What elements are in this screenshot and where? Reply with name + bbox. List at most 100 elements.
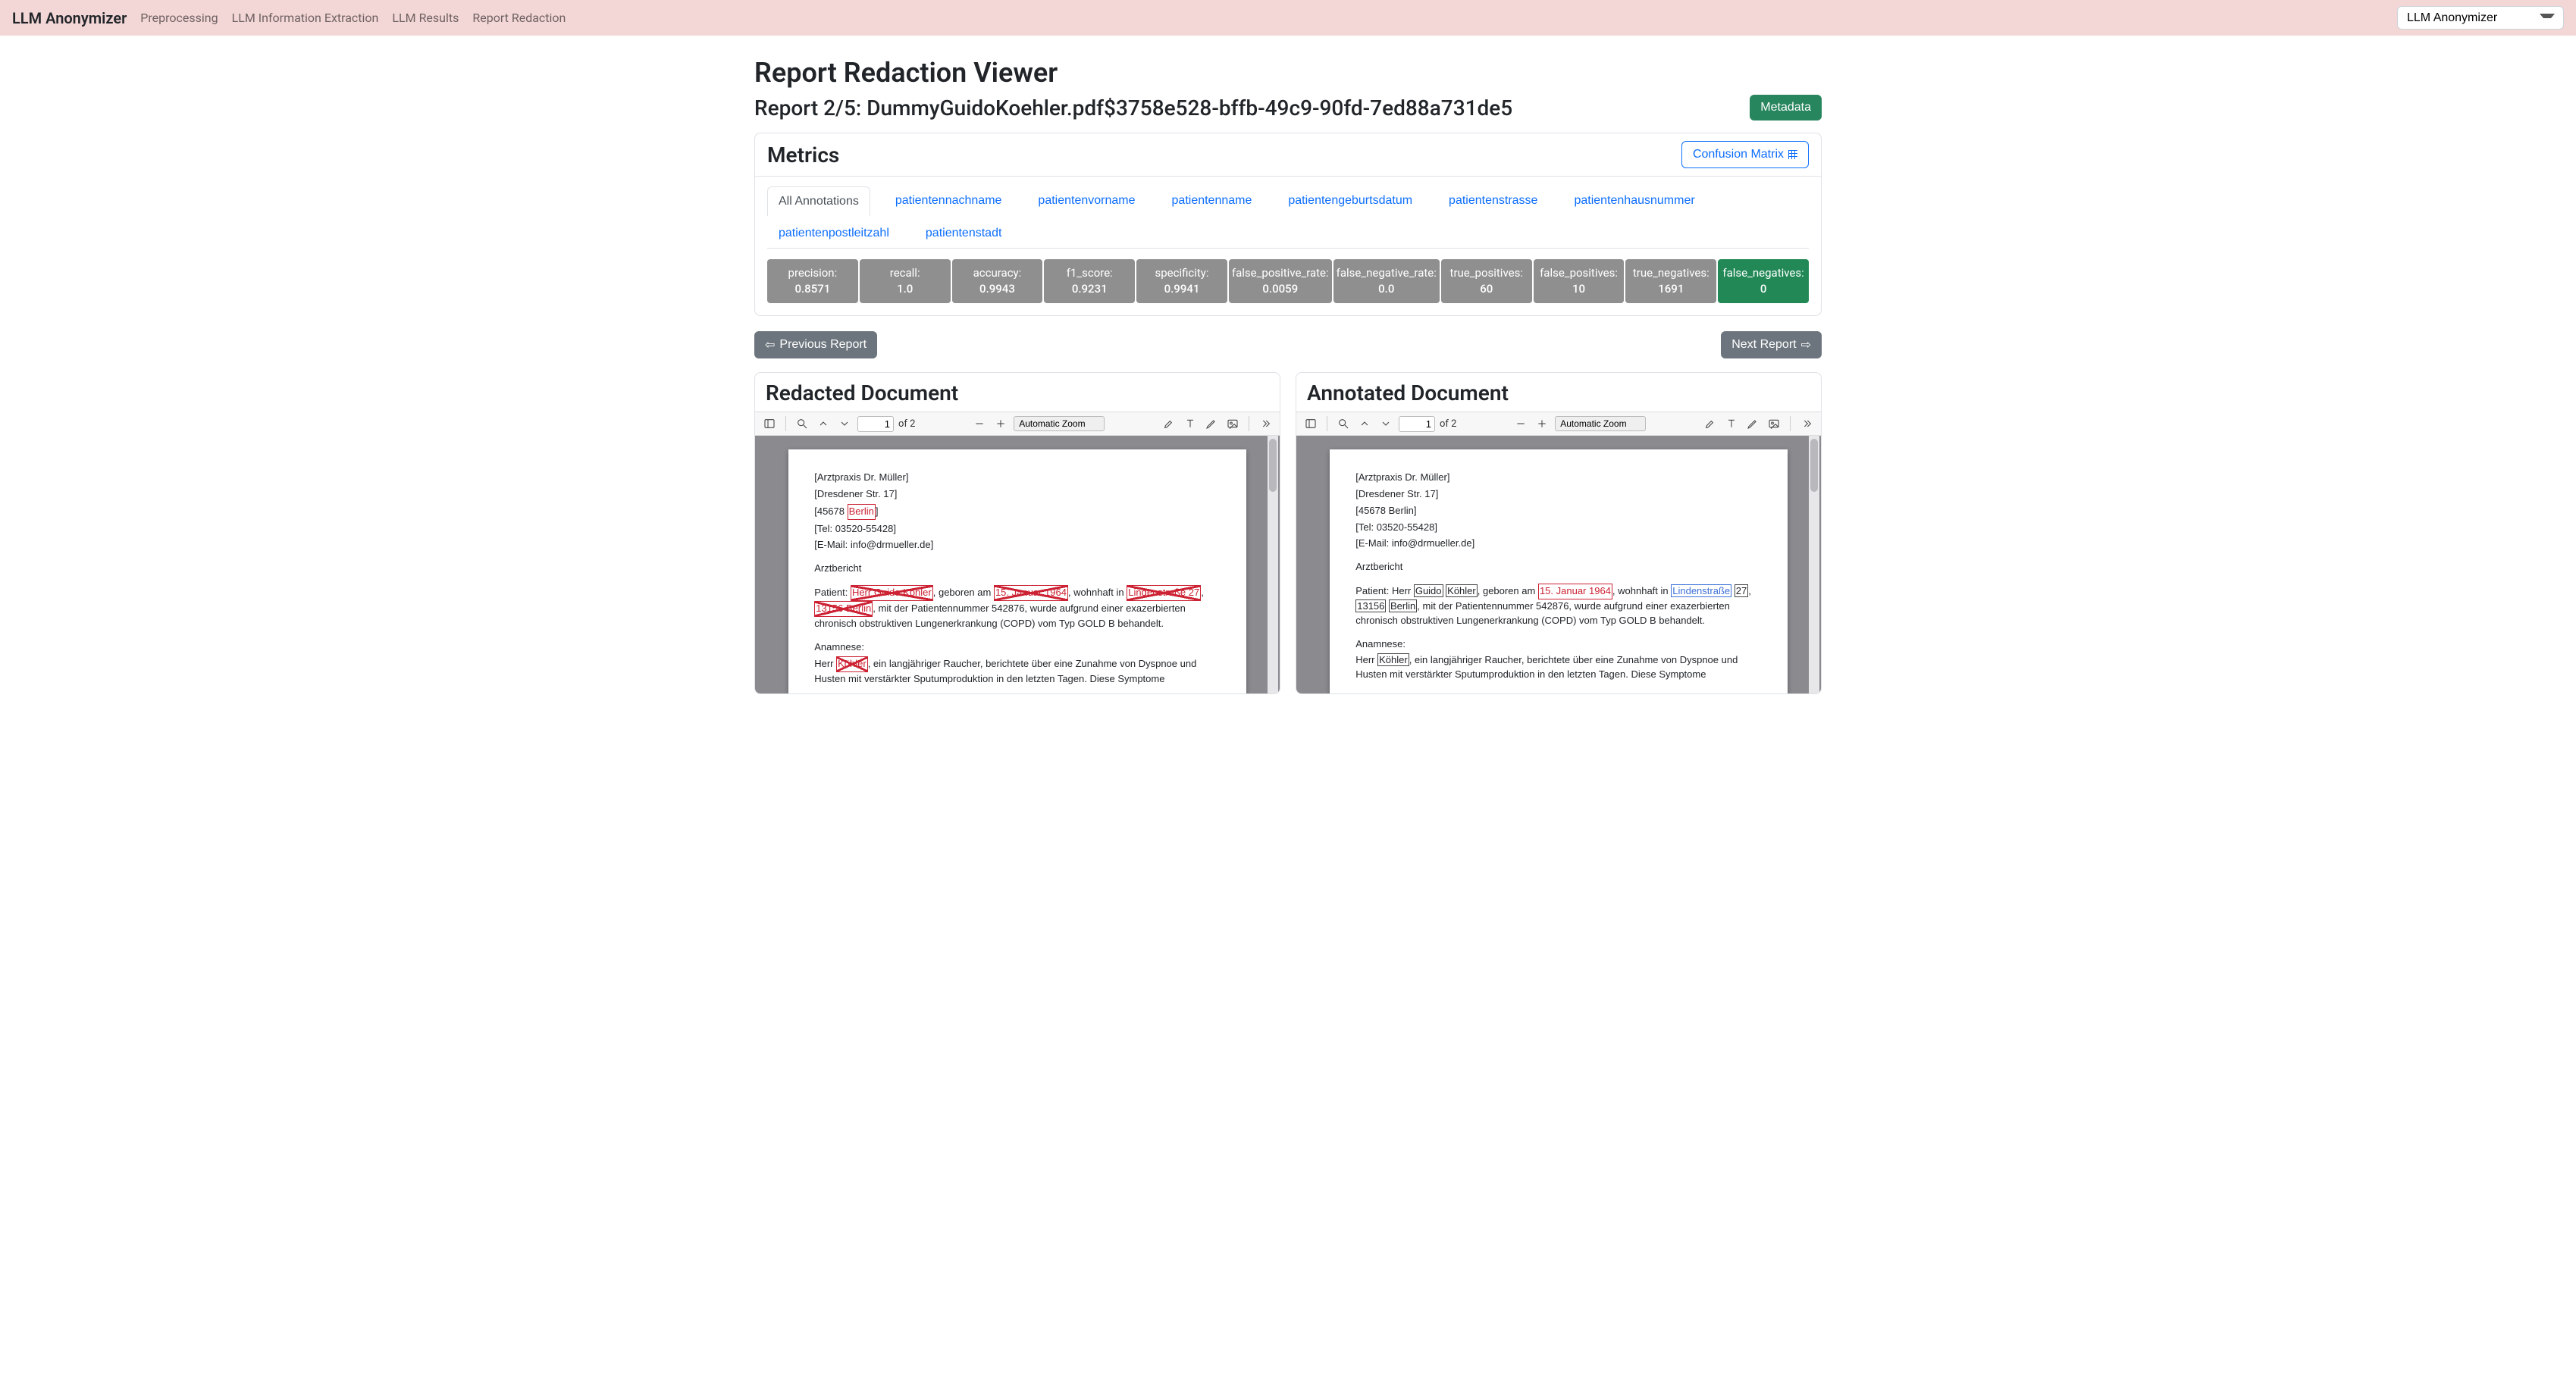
annotation-plz: 13156 [1355, 599, 1386, 612]
tab-patientenstadt[interactable]: patientenstadt [914, 218, 1014, 248]
doc-section: Arztbericht [1355, 560, 1762, 574]
next-page-icon[interactable] [836, 415, 853, 432]
tab-patientenname[interactable]: patientenname [1161, 186, 1264, 215]
page-number-input[interactable] [1399, 416, 1435, 432]
metric-value: 0.0059 [1232, 281, 1329, 297]
redacted-viewport[interactable]: [Arztpraxis Dr. Müller] [Dresdener Str. … [755, 436, 1280, 693]
main-container: Report Redaction Viewer Report 2/5: Dumm… [742, 36, 1834, 725]
metric-value: 60 [1444, 281, 1529, 297]
annotated-title: Annotated Document [1296, 373, 1821, 412]
page-title: Report Redaction Viewer [754, 57, 1822, 89]
search-icon[interactable] [1335, 415, 1352, 432]
doc-line: Herr Köhler, ein langjähriger Raucher, b… [1355, 653, 1762, 682]
metrics-card: Metrics Confusion Matrix All Annotations… [754, 133, 1822, 316]
more-tools-icon[interactable] [1798, 415, 1815, 432]
tab-patientenpostleitzahl[interactable]: patientenpostleitzahl [767, 218, 901, 248]
sidebar-toggle-icon[interactable] [761, 415, 778, 432]
scrollbar-thumb[interactable] [1810, 439, 1818, 492]
zoom-out-icon[interactable] [1512, 415, 1529, 432]
redacted-toolbar: of 2 Automatic Zoom [755, 412, 1280, 436]
metric-false_positives: false_positives:10 [1534, 259, 1625, 303]
annotation-housenr: 27 [1735, 584, 1748, 597]
annotated-viewport[interactable]: [Arztpraxis Dr. Müller] [Dresdener Str. … [1296, 436, 1821, 693]
tab-patientenhausnummer[interactable]: patientenhausnummer [1562, 186, 1706, 215]
sidebar-toggle-icon[interactable] [1302, 415, 1319, 432]
tab-patientenstrasse[interactable]: patientenstrasse [1437, 186, 1549, 215]
prev-page-icon[interactable] [1356, 415, 1373, 432]
nav-llm-info-extraction[interactable]: LLM Information Extraction [232, 11, 379, 25]
metric-label: true_negatives: [1628, 265, 1713, 281]
image-tool-icon[interactable] [1766, 415, 1782, 432]
doc-line: Patient: Herr Guido Köhler, geboren am 1… [1355, 584, 1762, 628]
zoom-in-icon[interactable] [1534, 415, 1550, 432]
prev-page-icon[interactable] [815, 415, 832, 432]
search-icon[interactable] [794, 415, 810, 432]
metric-value: 0.8571 [770, 281, 855, 297]
metric-label: false_negative_rate: [1337, 265, 1437, 281]
previous-report-button[interactable]: ⇦ Previous Report [754, 331, 877, 358]
redaction-herr: Herr Guido Köhler [851, 585, 933, 601]
metric-specificity: specificity:0.9941 [1136, 259, 1227, 303]
metric-value: 10 [1537, 281, 1622, 297]
doc-line: [Arztpraxis Dr. Müller] [1355, 471, 1762, 485]
page-number-input[interactable] [857, 416, 894, 432]
annotation-dob: 15. Januar 1964 [1538, 584, 1612, 599]
annotation-tabs: All Annotations patientennachname patiente… [767, 186, 1809, 249]
metric-false_negative_rate: false_negative_rate:0.0 [1333, 259, 1440, 303]
nav-preprocessing[interactable]: Preprocessing [140, 11, 218, 25]
tab-patientenvorname[interactable]: patientenvorname [1026, 186, 1146, 215]
next-page-icon[interactable] [1377, 415, 1394, 432]
metric-label: false_positive_rate: [1232, 265, 1329, 281]
nav-report-redaction[interactable]: Report Redaction [472, 11, 566, 25]
annotated-page: [Arztpraxis Dr. Müller] [Dresdener Str. … [1330, 449, 1788, 693]
doc-line: Herr Köhler, ein langjähriger Raucher, b… [814, 656, 1221, 687]
tab-patientengeburtsdatum[interactable]: patientengeburtsdatum [1277, 186, 1424, 215]
metric-false_positive_rate: false_positive_rate:0.0059 [1229, 259, 1332, 303]
highlight-tool-icon[interactable] [1702, 415, 1719, 432]
more-tools-icon[interactable] [1257, 415, 1274, 432]
doc-line: [Dresdener Str. 17] [814, 487, 1221, 502]
mode-select[interactable]: LLM Anonymizer [2397, 6, 2564, 30]
draw-tool-icon[interactable] [1203, 415, 1220, 432]
doc-section: Arztbericht [814, 562, 1221, 576]
zoom-select[interactable]: Automatic Zoom [1555, 416, 1646, 431]
zoom-select[interactable]: Automatic Zoom [1014, 416, 1105, 431]
next-report-button[interactable]: Next Report ⇨ [1721, 331, 1822, 358]
zoom-in-icon[interactable] [992, 415, 1009, 432]
doc-line: [E-Mail: info@drmueller.de] [1355, 537, 1762, 551]
metric-value: 0.9231 [1047, 281, 1132, 297]
tab-patientennachname[interactable]: patientennachname [884, 186, 1014, 215]
nav-llm-results[interactable]: LLM Results [392, 11, 459, 25]
annotation-city: Berlin [1389, 599, 1417, 612]
redacted-title: Redacted Document [755, 373, 1280, 412]
metric-label: false_positives: [1537, 265, 1622, 281]
previous-report-label: Previous Report [779, 338, 867, 352]
confusion-matrix-button[interactable]: Confusion Matrix [1681, 141, 1809, 168]
grid-icon [1788, 150, 1797, 159]
text-tool-icon[interactable] [1182, 415, 1199, 432]
metadata-button[interactable]: Metadata [1750, 95, 1822, 121]
confusion-matrix-label: Confusion Matrix [1693, 148, 1784, 161]
metric-label: f1_score: [1047, 265, 1132, 281]
zoom-out-icon[interactable] [971, 415, 988, 432]
metric-true_negatives: true_negatives:1691 [1625, 259, 1716, 303]
doc-line: Patient: Herr Guido Köhler, geboren am 1… [814, 585, 1221, 631]
doc-line: [Tel: 03520-55428] [814, 522, 1221, 537]
brand[interactable]: LLM Anonymizer [12, 9, 127, 27]
text-tool-icon[interactable] [1723, 415, 1740, 432]
metrics-card-body: All Annotations patientennachname patiente… [755, 177, 1821, 315]
annotated-scrollbar[interactable] [1809, 436, 1819, 693]
doc-line: [Arztpraxis Dr. Müller] [814, 471, 1221, 485]
annotation-lastname: Köhler [1446, 584, 1478, 597]
image-tool-icon[interactable] [1224, 415, 1241, 432]
metric-f1_score: f1_score:0.9231 [1044, 259, 1135, 303]
redaction-street: Lindenstraße 27 [1127, 585, 1201, 601]
scrollbar-thumb[interactable] [1269, 439, 1277, 492]
annotated-pane: Annotated Document of 2 [1296, 372, 1822, 694]
doc-line: [45678 Berlin] [814, 504, 1221, 520]
highlight-tool-icon[interactable] [1161, 415, 1177, 432]
draw-tool-icon[interactable] [1744, 415, 1761, 432]
tab-all-annotations[interactable]: All Annotations [767, 186, 870, 216]
redacted-scrollbar[interactable] [1268, 436, 1278, 693]
page-of-label: of 2 [898, 418, 915, 430]
